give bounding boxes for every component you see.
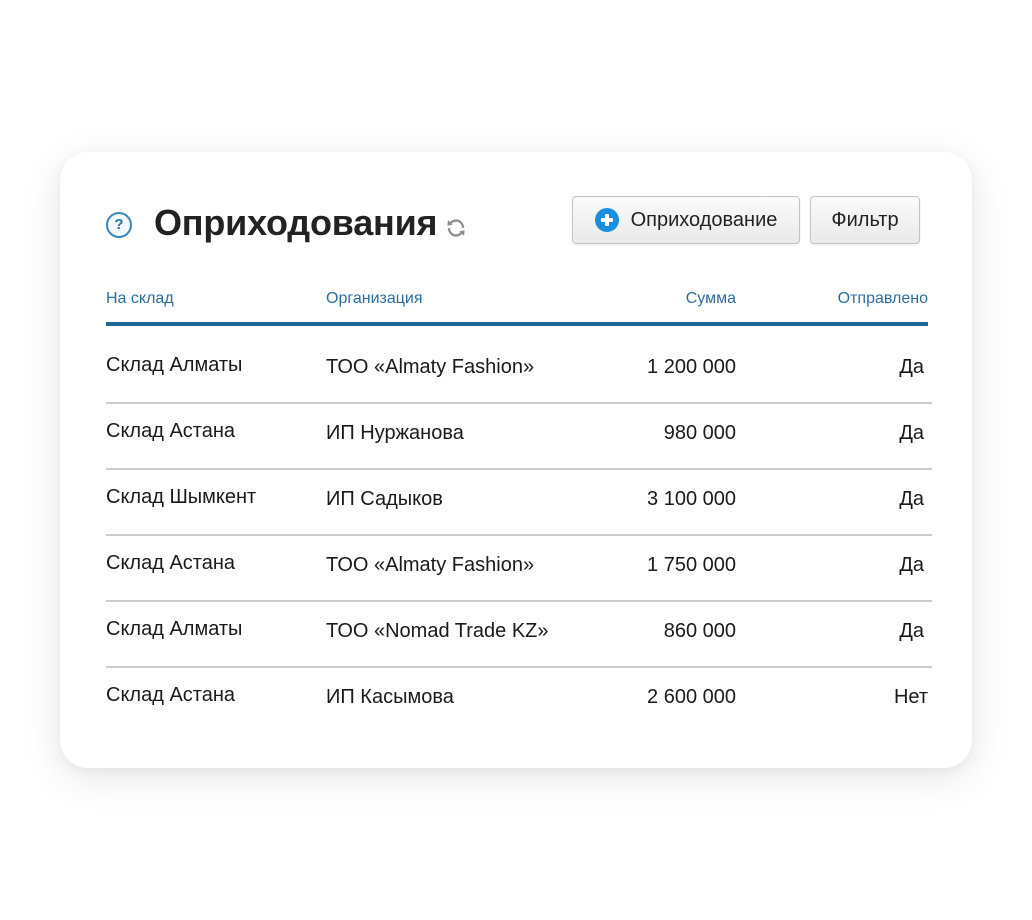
cell-sent: Нет [893, 686, 928, 708]
table-row[interactable]: Склад Шымкент ИП Садыков 3 100 000 Да [106, 470, 932, 536]
table-body: Склад Алматы ТОО «Almaty Fashion» 1 200 … [106, 338, 932, 732]
column-header-sum[interactable]: Сумма [686, 290, 736, 308]
table-row[interactable]: Склад Астана ИП Касымова 2 600 000 Нет [106, 668, 932, 732]
cell-sum: 1 200 000 [647, 356, 736, 378]
question-circle-icon[interactable]: ? [106, 212, 132, 238]
cell-warehouse: Склад Шымкент [106, 486, 257, 508]
filter-button-label: Фильтр [831, 208, 899, 231]
cell-sum: 860 000 [663, 620, 736, 642]
table-row[interactable]: Склад Астана ТОО «Almaty Fashion» 1 750 … [106, 536, 932, 602]
cell-sent: Да [899, 554, 924, 576]
cell-organization: ИП Нуржанова [326, 422, 464, 444]
cell-sent: Да [899, 422, 924, 444]
cell-sum: 3 100 000 [647, 488, 736, 510]
cell-sent: Да [899, 488, 924, 510]
cell-warehouse: Склад Астана [106, 420, 236, 442]
column-header-sent[interactable]: Отправлено [838, 290, 928, 308]
refresh-icon[interactable] [444, 216, 468, 240]
add-receipt-button[interactable]: Оприходование [572, 196, 800, 244]
cell-organization: ТОО «Nomad Trade KZ» [326, 620, 549, 642]
cell-organization: ТОО «Almaty Fashion» [326, 356, 535, 378]
cell-organization: ИП Касымова [326, 686, 454, 708]
page-title: Оприходования [154, 202, 438, 243]
table-row[interactable]: Склад Алматы ТОО «Nomad Trade KZ» 860 00… [106, 602, 932, 668]
cell-warehouse: Склад Астана [106, 684, 236, 706]
cell-sum: 980 000 [663, 422, 736, 444]
cell-sum: 2 600 000 [647, 686, 736, 708]
add-receipt-button-label: Оприходование [630, 208, 778, 231]
table-header: На склад Организация Сумма Отправлено [106, 282, 928, 326]
table-row[interactable]: Склад Астана ИП Нуржанова 980 000 Да [106, 404, 932, 470]
plus-circle-icon [594, 208, 619, 232]
documents-card: ? Оприходования Оприходование Фильтр На … [60, 152, 972, 768]
cell-warehouse: Склад Астана [106, 552, 236, 574]
cell-organization: ИП Садыков [326, 488, 443, 510]
column-header-warehouse[interactable]: На склад [106, 290, 174, 308]
cell-sent: Да [899, 620, 924, 642]
filter-button[interactable]: Фильтр [810, 196, 920, 244]
cell-organization: ТОО «Almaty Fashion» [326, 554, 535, 576]
cell-warehouse: Склад Алматы [106, 618, 243, 640]
column-header-organization[interactable]: Организация [326, 290, 423, 308]
cell-sent: Да [899, 356, 924, 378]
table-row[interactable]: Склад Алматы ТОО «Almaty Fashion» 1 200 … [106, 338, 932, 404]
cell-sum: 1 750 000 [647, 554, 736, 576]
cell-warehouse: Склад Алматы [106, 354, 243, 376]
